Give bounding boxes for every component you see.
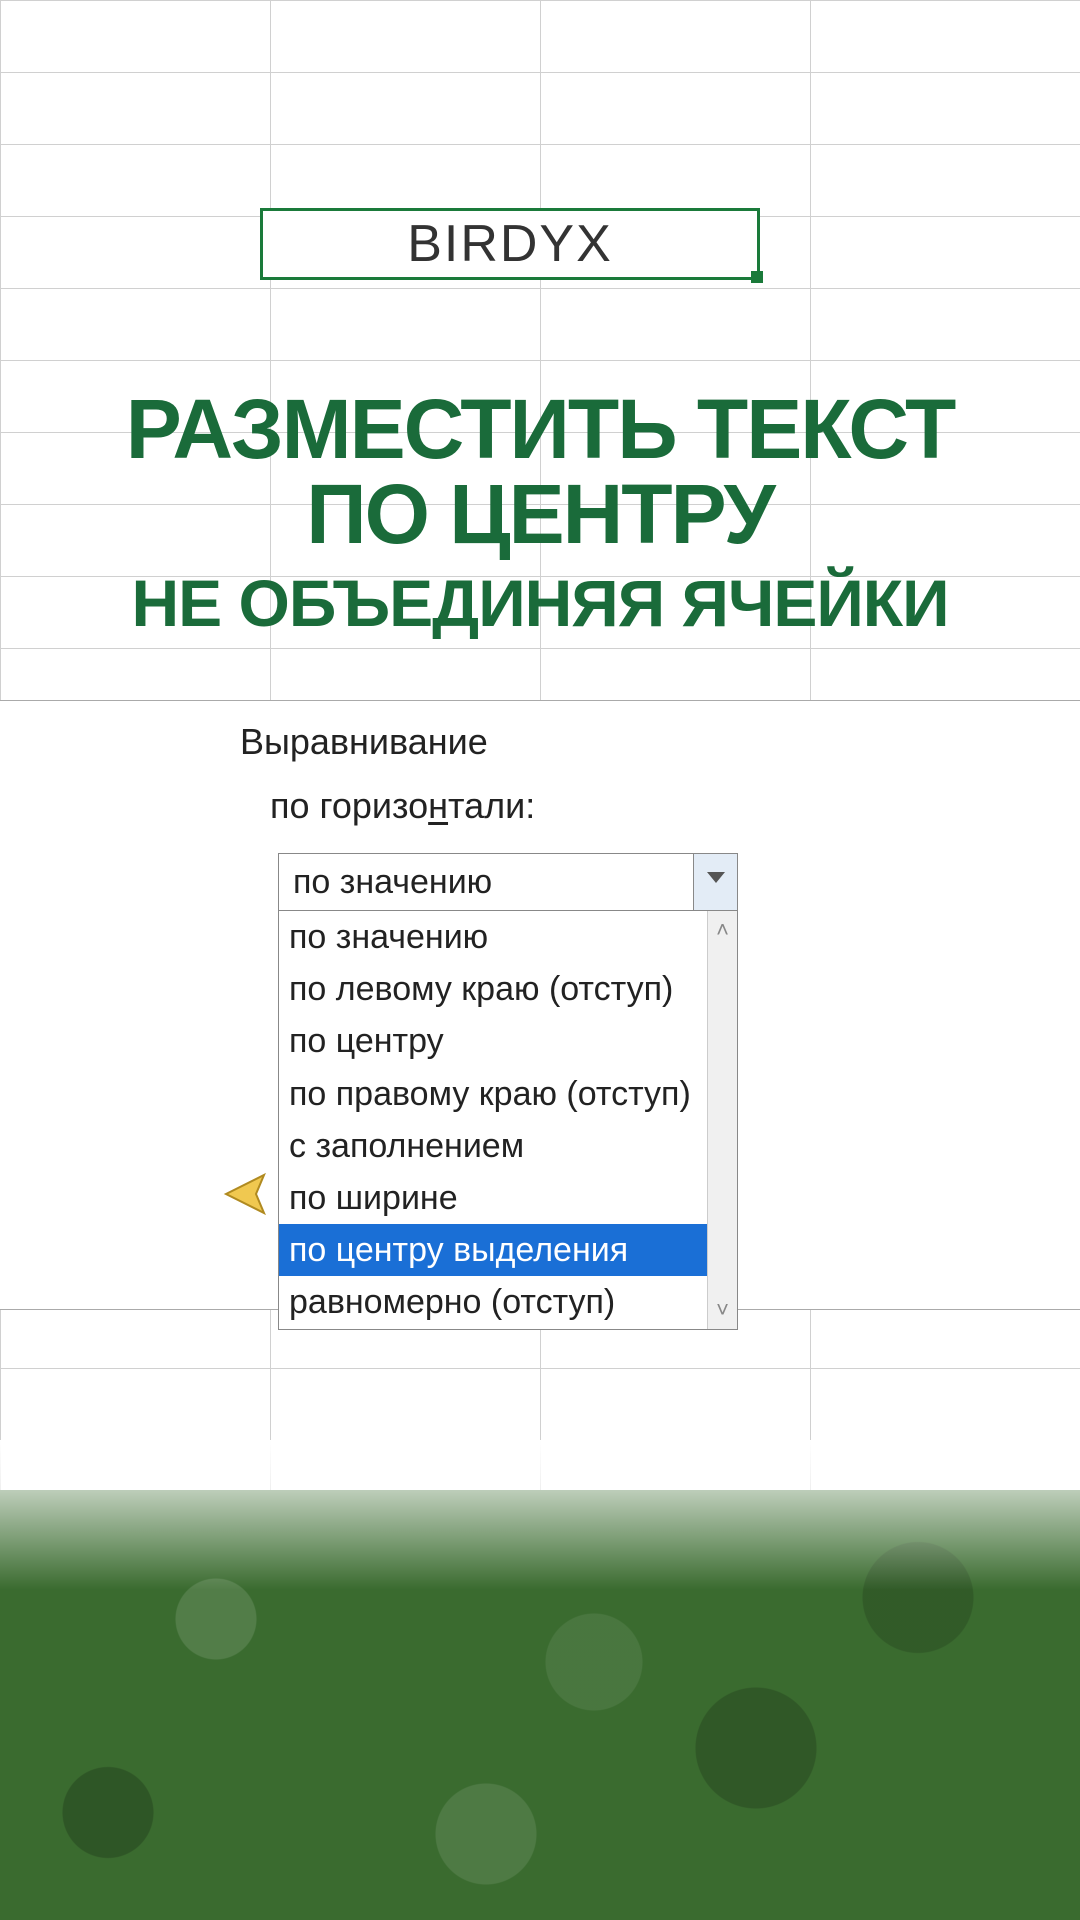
option-po-shirine[interactable]: по ширине: [279, 1172, 707, 1224]
option-po-centru[interactable]: по центру: [279, 1015, 707, 1067]
footer-fade: [0, 1440, 1080, 1590]
heading-block: РАЗМЕСТИТЬ ТЕКСТ ПО ЦЕНТРУ НЕ ОБЪЕДИНЯЯ …: [0, 390, 1080, 643]
horizontal-label: по горизонтали:: [270, 785, 535, 827]
heading-line-1: РАЗМЕСТИТЬ ТЕКСТ: [0, 390, 1080, 470]
horizontal-align-combobox[interactable]: по значению по значению по левому краю (…: [278, 853, 738, 1330]
option-po-pravomu-krayu[interactable]: по правому краю (отступ): [279, 1068, 707, 1120]
option-s-zapolneniem[interactable]: с заполнением: [279, 1120, 707, 1172]
cell-value: BIRDYX: [407, 214, 613, 274]
pointer-arrow-icon: [222, 1169, 272, 1219]
alignment-section-title: Выравнивание: [240, 721, 535, 763]
chevron-down-icon: [707, 872, 725, 883]
dropdown-button[interactable]: [693, 854, 737, 910]
option-po-centru-vydeleniya[interactable]: по центру выделения: [279, 1224, 707, 1276]
combobox-value: по значению: [279, 863, 693, 902]
selected-cell[interactable]: BIRDYX: [260, 208, 760, 280]
scroll-up-icon: ˄: [716, 919, 729, 941]
fill-handle[interactable]: [751, 271, 763, 283]
format-cells-dialog-snippet: Выравнивание по горизонтали: по значению…: [0, 700, 1080, 1310]
option-po-levomu-krayu[interactable]: по левому краю (отступ): [279, 963, 707, 1015]
dropdown-list[interactable]: по значению по левому краю (отступ) по ц…: [278, 911, 738, 1330]
heading-line-2: ПО ЦЕНТРУ: [0, 470, 1080, 558]
option-po-znacheniyu[interactable]: по значению: [279, 911, 707, 963]
scrollbar[interactable]: ˄ ˅: [707, 911, 737, 1329]
heading-line-3: НЕ ОБЪЕДИНЯЯ ЯЧЕЙКИ: [0, 564, 1080, 643]
option-ravnomerno[interactable]: равномерно (отступ): [279, 1276, 707, 1328]
scroll-down-icon: ˅: [716, 1299, 729, 1321]
